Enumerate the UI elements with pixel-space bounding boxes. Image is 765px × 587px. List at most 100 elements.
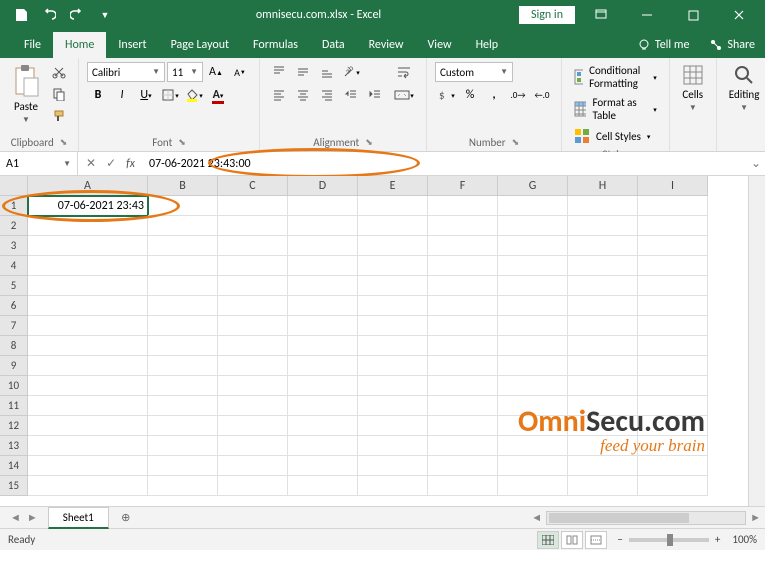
cell[interactable] xyxy=(148,296,218,316)
sheet-nav-next-icon[interactable]: ► xyxy=(27,511,38,524)
cell[interactable] xyxy=(288,396,358,416)
cell[interactable] xyxy=(28,276,148,296)
cell[interactable] xyxy=(288,336,358,356)
cell[interactable] xyxy=(28,356,148,376)
sheet-nav-prev-icon[interactable]: ◄ xyxy=(10,511,21,524)
cells-button[interactable]: Cells ▼ xyxy=(678,62,708,115)
cell[interactable] xyxy=(28,216,148,236)
cell[interactable] xyxy=(358,256,428,276)
col-header-f[interactable]: F xyxy=(428,176,498,196)
cut-button[interactable] xyxy=(48,62,70,82)
row-header[interactable]: 12 xyxy=(0,416,28,436)
row-header[interactable]: 5 xyxy=(0,276,28,296)
alignment-launcher-icon[interactable]: ⬊ xyxy=(365,137,373,148)
cell[interactable] xyxy=(428,276,498,296)
row-header[interactable]: 2 xyxy=(0,216,28,236)
cell[interactable] xyxy=(358,476,428,496)
tab-formulas[interactable]: Formulas xyxy=(241,32,310,58)
tab-home[interactable]: Home xyxy=(53,32,106,58)
cell[interactable] xyxy=(638,356,708,376)
cell[interactable] xyxy=(148,476,218,496)
cell[interactable] xyxy=(428,256,498,276)
cell[interactable] xyxy=(568,256,638,276)
vertical-scrollbar[interactable] xyxy=(748,176,765,506)
cell[interactable] xyxy=(28,336,148,356)
horizontal-scrollbar[interactable] xyxy=(546,511,746,525)
cell[interactable] xyxy=(28,436,148,456)
editing-button[interactable]: Editing ▼ xyxy=(725,62,764,115)
cell[interactable] xyxy=(148,216,218,236)
cell[interactable] xyxy=(428,376,498,396)
cell[interactable] xyxy=(288,376,358,396)
font-launcher-icon[interactable]: ⬊ xyxy=(178,137,186,148)
cell[interactable] xyxy=(148,436,218,456)
cell[interactable] xyxy=(638,256,708,276)
cell[interactable] xyxy=(428,436,498,456)
cell[interactable] xyxy=(288,216,358,236)
tab-view[interactable]: View xyxy=(416,32,464,58)
percent-button[interactable]: % xyxy=(459,85,481,105)
cell[interactable] xyxy=(288,196,358,216)
tell-me-search[interactable]: Tell me xyxy=(627,32,700,58)
close-button[interactable] xyxy=(719,0,759,30)
cell[interactable] xyxy=(218,256,288,276)
cell[interactable] xyxy=(218,476,288,496)
col-header-a[interactable]: A xyxy=(28,176,148,196)
cell[interactable] xyxy=(568,376,638,396)
cell-a1[interactable]: 07-06-2021 23:43 xyxy=(28,196,148,216)
cell[interactable] xyxy=(498,436,568,456)
expand-formula-bar-icon[interactable]: ⌄ xyxy=(747,156,765,171)
cell[interactable] xyxy=(638,476,708,496)
number-format-select[interactable]: Custom▼ xyxy=(435,62,513,82)
cell[interactable] xyxy=(498,476,568,496)
tab-help[interactable]: Help xyxy=(464,32,511,58)
cell[interactable] xyxy=(148,396,218,416)
cell[interactable] xyxy=(638,436,708,456)
cell[interactable] xyxy=(568,416,638,436)
cell[interactable] xyxy=(638,316,708,336)
cell[interactable] xyxy=(28,236,148,256)
tab-data[interactable]: Data xyxy=(310,32,357,58)
cell[interactable] xyxy=(498,316,568,336)
page-layout-view-button[interactable] xyxy=(561,531,583,549)
cell[interactable] xyxy=(428,336,498,356)
cell[interactable] xyxy=(638,276,708,296)
align-middle-button[interactable] xyxy=(292,62,314,82)
cell[interactable] xyxy=(358,276,428,296)
tab-insert[interactable]: Insert xyxy=(106,32,158,58)
cell[interactable] xyxy=(288,256,358,276)
row-header[interactable]: 7 xyxy=(0,316,28,336)
cell[interactable] xyxy=(148,316,218,336)
row-header[interactable]: 3 xyxy=(0,236,28,256)
cell[interactable] xyxy=(148,236,218,256)
row-header[interactable]: 8 xyxy=(0,336,28,356)
underline-button[interactable]: U▾ xyxy=(135,85,157,105)
cell[interactable] xyxy=(148,196,218,216)
save-icon[interactable] xyxy=(8,2,34,28)
cell[interactable] xyxy=(218,296,288,316)
cell[interactable] xyxy=(28,376,148,396)
cell[interactable] xyxy=(568,356,638,376)
cell[interactable] xyxy=(498,216,568,236)
page-break-view-button[interactable] xyxy=(585,531,607,549)
increase-indent-button[interactable] xyxy=(364,85,386,105)
select-all-corner[interactable] xyxy=(0,176,28,196)
cell[interactable] xyxy=(288,456,358,476)
cell[interactable] xyxy=(428,236,498,256)
cell[interactable] xyxy=(568,276,638,296)
orientation-button[interactable]: ab▾ xyxy=(340,62,362,82)
paste-button[interactable]: Paste ▼ xyxy=(8,62,44,127)
cell[interactable] xyxy=(568,436,638,456)
comma-button[interactable]: , xyxy=(483,85,505,105)
cell[interactable] xyxy=(498,356,568,376)
row-header[interactable]: 14 xyxy=(0,456,28,476)
cell[interactable] xyxy=(28,476,148,496)
cell[interactable] xyxy=(358,216,428,236)
cell[interactable] xyxy=(568,296,638,316)
cell[interactable] xyxy=(358,456,428,476)
enter-formula-icon[interactable]: ✓ xyxy=(106,156,116,171)
cell[interactable] xyxy=(428,476,498,496)
cell[interactable] xyxy=(148,276,218,296)
cell[interactable] xyxy=(638,296,708,316)
cell[interactable] xyxy=(568,456,638,476)
